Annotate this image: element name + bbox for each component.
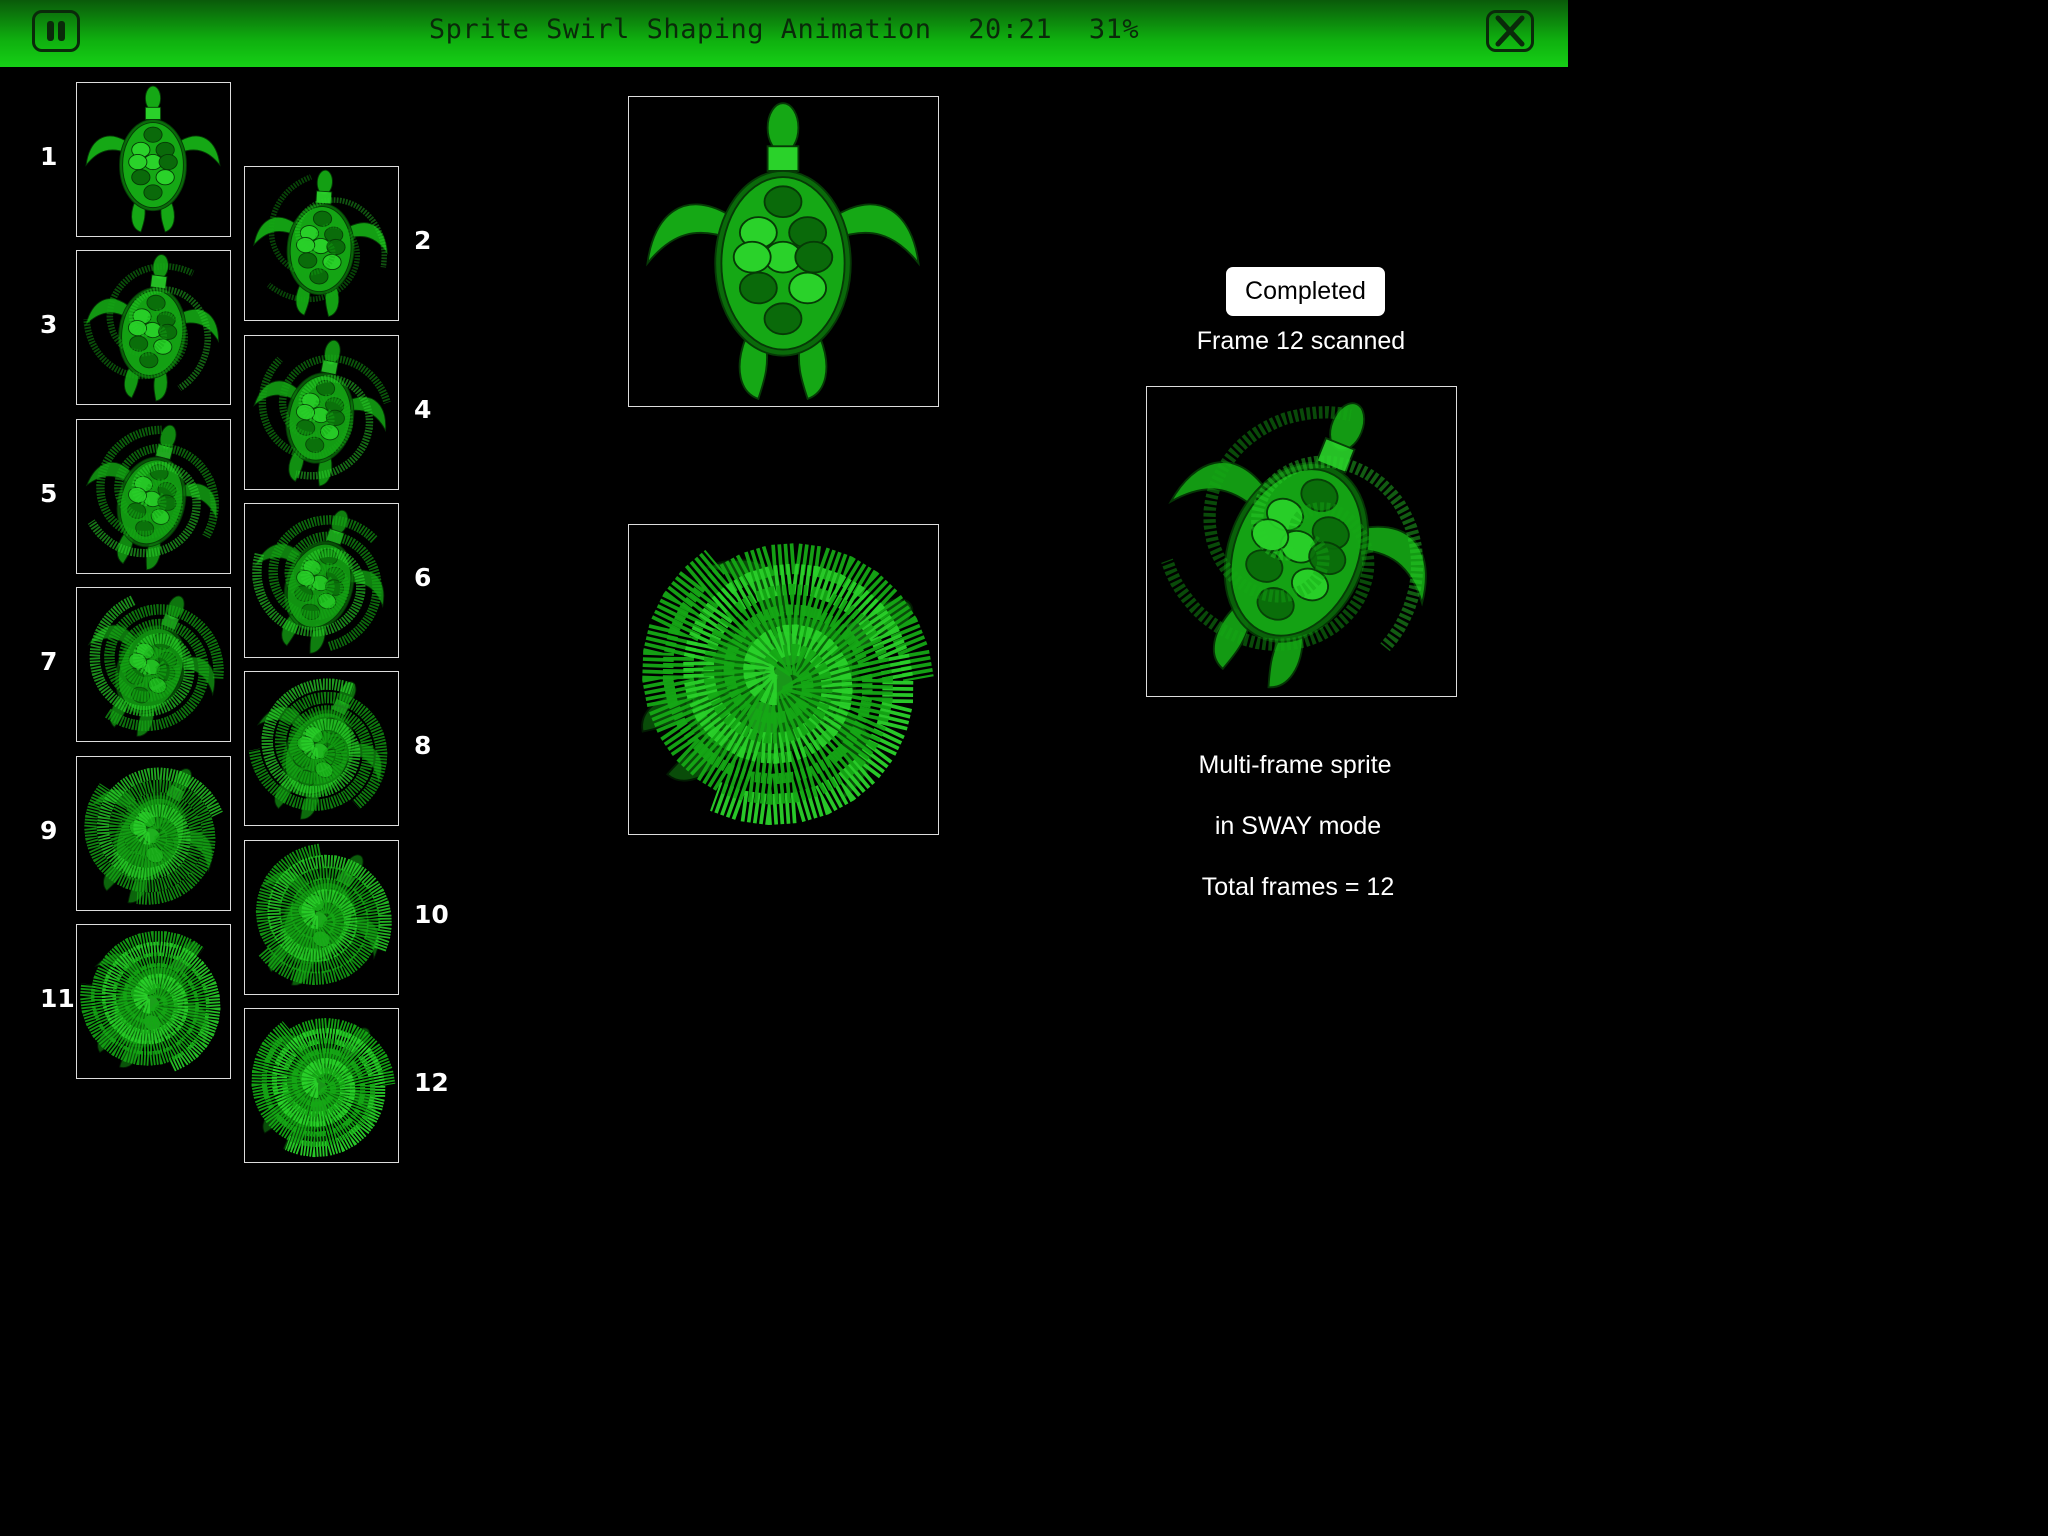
frame-number-label: 8 (414, 731, 432, 760)
frame-number-label: 9 (40, 816, 58, 845)
turtle-sprite-image (641, 543, 934, 826)
turtle-sprite-image (248, 678, 388, 820)
turtle-sprite-image (253, 339, 391, 487)
frame-thumbnail[interactable] (76, 82, 231, 237)
frame-thumbnail[interactable] (76, 924, 231, 1079)
turtle-sprite-image (85, 424, 219, 571)
frame-thumbnail[interactable] (76, 756, 231, 911)
completed-button[interactable]: Completed (1226, 267, 1385, 316)
frame-number-label: 2 (414, 226, 432, 255)
frame-number-label: 12 (414, 1068, 449, 1097)
info-line-2: in SWAY mode (1214, 812, 1382, 840)
battery-text: 31% (1088, 14, 1140, 45)
title-bar: Sprite Swirl Shaping Animation 20:21 31% (0, 0, 1568, 67)
current-frame-preview (1146, 386, 1457, 697)
turtle-sprite-image (646, 102, 920, 401)
frame-number-label: 7 (40, 647, 58, 676)
frame-number-label: 6 (414, 563, 432, 592)
frame-number-label: 1 (40, 142, 58, 171)
turtle-sprite-image (255, 843, 392, 986)
frame-thumbnail[interactable] (76, 419, 231, 574)
frame-thumbnail[interactable] (244, 840, 399, 995)
close-icon (1495, 15, 1525, 47)
turtle-sprite-image (252, 509, 385, 654)
info-line-1: Multi-frame sprite (1198, 751, 1392, 779)
swirl-sprite-preview (628, 524, 939, 835)
turtle-sprite-image (253, 169, 388, 318)
turtle-sprite-image (1161, 402, 1427, 689)
turtle-sprite-image (251, 1017, 396, 1158)
title-text: Sprite Swirl Shaping Animation (428, 14, 932, 45)
scan-status-text: Frame 12 scanned (1196, 327, 1406, 355)
frame-thumbnail[interactable] (76, 250, 231, 405)
frame-thumbnail[interactable] (76, 587, 231, 742)
frame-number-label: 11 (40, 984, 75, 1013)
original-sprite-preview (628, 96, 939, 407)
turtle-sprite-image (83, 254, 220, 402)
turtle-sprite-image (85, 85, 221, 233)
frame-number-label: 5 (40, 479, 58, 508)
frame-thumbnail[interactable] (244, 503, 399, 658)
turtle-sprite-image (80, 931, 221, 1072)
turtle-sprite-image (87, 595, 224, 737)
info-line-3: Total frames = 12 (1201, 873, 1395, 901)
frame-thumbnail[interactable] (244, 1008, 399, 1163)
frame-number-label: 4 (414, 395, 432, 424)
frame-number-label: 10 (414, 900, 449, 929)
frame-thumbnail[interactable] (244, 671, 399, 826)
frame-thumbnail[interactable] (244, 166, 399, 321)
frame-number-label: 3 (40, 310, 58, 339)
clock-text: 20:21 (968, 14, 1053, 45)
close-button[interactable] (1486, 10, 1534, 52)
turtle-sprite-image (84, 767, 223, 905)
frame-thumbnail[interactable] (244, 335, 399, 490)
page-title: Sprite Swirl Shaping Animation 20:21 31% (0, 14, 1568, 45)
